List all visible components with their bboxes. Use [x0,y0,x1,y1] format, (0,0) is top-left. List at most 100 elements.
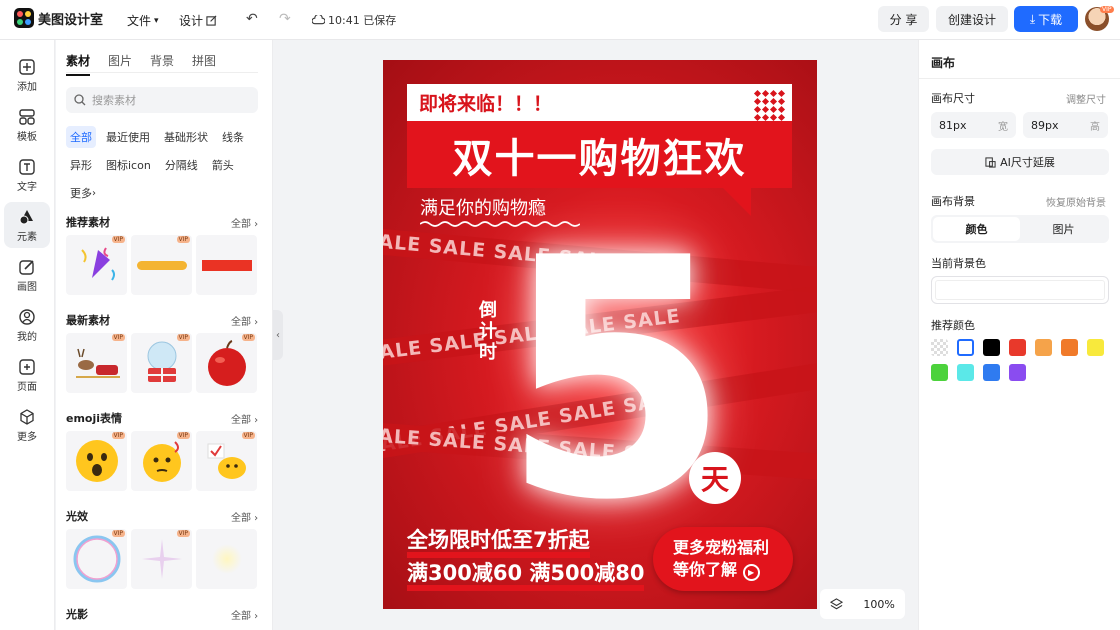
download-label: 下载 [1038,12,1063,27]
zoom-level: 100% [863,597,895,611]
thumb-glow[interactable] [196,529,257,589]
rail-item-mine[interactable]: 我的 [4,302,50,348]
poster-promo-line1[interactable]: 全场限时低至7折起 [407,528,590,559]
section-all-link[interactable]: 全部 › [231,215,258,230]
current-color-picker[interactable] [931,276,1109,304]
share-button[interactable]: 分 享 [878,6,929,32]
vip-badge: VIP [1100,6,1114,13]
thumb-snow-globe[interactable]: VIP [131,333,192,393]
swatch-white[interactable] [957,339,974,356]
filter-chips: 全部 最近使用 基础形状 线条 异形 图标icon 分隔线 箭头 更多 › [66,126,266,204]
poster-cta-line1: 更多宠粉福利 [673,537,770,557]
section-all-link[interactable]: 全部 › [231,411,258,426]
undo-icon[interactable]: ↶ [246,11,258,27]
current-color-label: 当前背景色 [931,257,986,270]
chip-basic-shapes[interactable]: 基础形状 [160,126,212,148]
width-field[interactable]: 81px 宽 [931,112,1016,138]
save-status-text: 10:41 已保存 [328,14,397,27]
ai-extend-button[interactable]: AI尺寸延展 [931,149,1109,175]
thumb-emoji-chick[interactable]: VIP [196,431,257,491]
section-title-light-effects: 光效 [66,510,88,523]
rail-item-elements[interactable]: 元素 [4,202,50,248]
chip-more[interactable]: 更多 › [66,182,100,204]
swatch-green[interactable] [931,364,948,381]
poster-promo-line2[interactable]: 满300减60 满500减80 [407,561,645,592]
menu-file[interactable]: 文件 ▾ [127,12,159,29]
chip-arrows[interactable]: 箭头 [208,154,238,176]
section-title-light-shadow: 光影 [66,608,88,621]
height-field[interactable]: 89px 高 [1023,112,1108,138]
template-icon [18,108,36,126]
segment-image[interactable]: 图片 [1020,217,1107,241]
app-logo[interactable]: 美图设计室 [14,8,103,28]
swatch-black[interactable] [983,339,1000,356]
swatch-cyan[interactable] [957,364,974,381]
asset-panel: 素材 图片 背景 拼图 搜索素材 全部 最近使用 基础形状 线条 异形 图标ic… [56,40,273,630]
chip-icons[interactable]: 图标icon [102,154,155,176]
thumb-reindeer-sleigh[interactable]: VIP [66,333,127,393]
rail-label: 添加 [17,81,37,93]
height-unit: 高 [1090,121,1100,133]
poster-day-badge[interactable]: 天 [689,452,741,504]
swatch-yellow[interactable] [1087,339,1104,356]
menu-design-label: 设计 [179,14,204,28]
thumb-party-popper[interactable]: VIP [66,235,127,295]
height-value: 89px [1031,118,1059,132]
section-all-link[interactable]: 全部 › [231,607,258,622]
poster-countdown-label[interactable]: 倒计时 [479,300,499,363]
thumb-yellow-stroke[interactable]: VIP [131,235,192,295]
menu-design[interactable]: 设计 [179,12,217,29]
segment-color[interactable]: 颜色 [933,217,1020,241]
rail-item-add[interactable]: 添加 [4,52,50,98]
rail-item-draw[interactable]: 画图 [4,252,50,298]
thumb-emoji-scared[interactable]: VIP [66,431,127,491]
rail-item-page[interactable]: 页面 [4,352,50,398]
thumb-red-bar[interactable] [196,235,257,295]
rail-label: 画图 [17,281,37,293]
vip-badge: VIP [111,236,125,243]
zoom-control[interactable]: 100% [820,589,905,619]
swatch-purple[interactable] [1009,364,1026,381]
swatch-light-orange[interactable] [1035,339,1052,356]
draw-icon [18,258,36,276]
chip-all[interactable]: 全部 [66,126,96,148]
recommend-color-label: 推荐颜色 [931,319,975,332]
swatch-blue[interactable] [983,364,1000,381]
swatch-red[interactable] [1009,339,1026,356]
vip-badge: VIP [111,530,125,537]
swatch-transparent[interactable] [931,339,948,356]
chip-recent[interactable]: 最近使用 [102,126,154,148]
rail-item-more[interactable]: 更多 [4,402,50,448]
restore-bg-link[interactable]: 恢复原始背景 [1046,194,1106,209]
adjust-size-link[interactable]: 调整尺寸 [1066,91,1106,106]
play-circle-icon: ▶ [742,564,760,582]
collapse-panel-handle[interactable]: ‹ [273,310,283,360]
download-button[interactable]: ⤓ 下载 [1014,6,1078,32]
poster-top-banner[interactable]: 即将来临！！！ [407,84,792,122]
section-all-label: 全部 [231,317,251,328]
redo-icon[interactable]: ↷ [279,11,291,27]
create-design-button[interactable]: 创建设计 [936,6,1008,32]
search-input[interactable]: 搜索素材 [66,87,258,113]
poster-cta[interactable]: 更多宠粉福利 等你了解 ▶ [653,527,793,591]
section-all-link[interactable]: 全部 › [231,313,258,328]
thumb-bubble[interactable]: VIP [66,529,127,589]
rail-item-template[interactable]: 模板 [4,102,50,148]
top-bar: 美图设计室 文件 ▾ 设计 ↶ ↷ 10:41 已保存 分 享 创建设计 ⤓ 下… [0,0,1120,40]
rail-label: 元素 [17,231,37,243]
chip-lines[interactable]: 线条 [218,126,248,148]
rail-item-text[interactable]: 文字 [4,152,50,198]
save-status: 10:41 已保存 [312,12,396,28]
section-all-link[interactable]: 全部 › [231,509,258,524]
poster-canvas[interactable]: SALE SALE SALE SALE SALE SALE SALE SALE … [383,60,817,609]
chip-irregular[interactable]: 异形 [66,154,96,176]
thumb-apple[interactable]: VIP [196,333,257,393]
poster-title[interactable]: 双十一购物狂欢 [407,121,792,188]
color-swatches [931,339,1116,381]
thumb-sparkle[interactable]: VIP [131,529,192,589]
swatch-orange[interactable] [1061,339,1078,356]
chip-dividers[interactable]: 分隔线 [161,154,202,176]
properties-panel: 画布 画布尺寸 调整尺寸 81px 宽 89px 高 AI尺寸延展 画布背景 恢… [918,40,1120,630]
thumb-emoji-thinking[interactable]: VIP [131,431,192,491]
search-placeholder: 搜索素材 [92,94,136,107]
